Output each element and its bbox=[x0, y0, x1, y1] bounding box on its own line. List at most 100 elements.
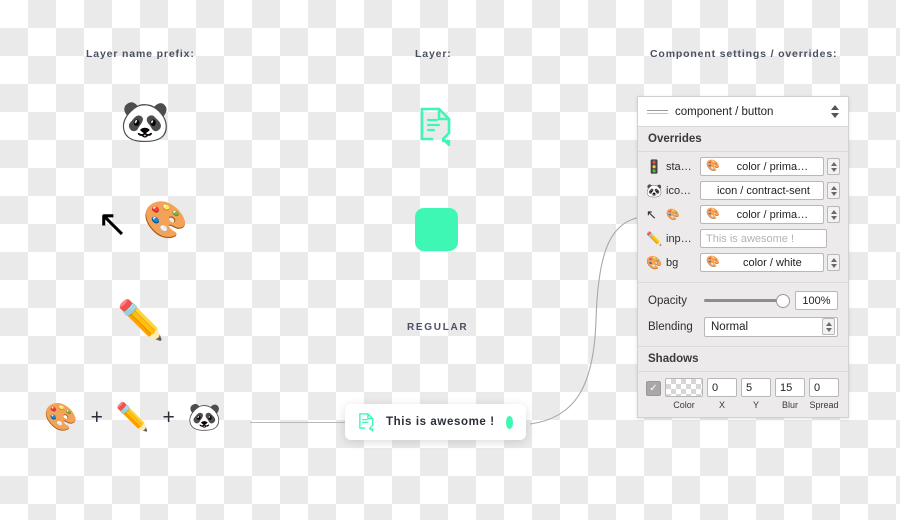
shadow-blur-input[interactable]: 15 bbox=[775, 378, 805, 397]
check-icon: ✓ bbox=[649, 382, 658, 394]
shadow-spread-cell: 0 Spread bbox=[809, 378, 839, 410]
blending-label: Blending bbox=[648, 320, 693, 333]
middle-column-header: Layer: bbox=[415, 48, 452, 60]
override-value-field[interactable]: 🎨 color / prima… bbox=[700, 157, 824, 176]
chevron-down-icon bbox=[830, 113, 839, 118]
status-dot bbox=[505, 415, 513, 429]
right-column-header: Component settings / overrides: bbox=[650, 48, 838, 60]
shadow-y-input[interactable]: 5 bbox=[741, 378, 771, 397]
override-value-field[interactable]: 🎨 color / prima… bbox=[700, 205, 824, 224]
override-value: icon / contract-sent bbox=[717, 184, 810, 197]
artist-palette-emoji: 🎨 bbox=[706, 256, 720, 268]
chevron-up-icon bbox=[830, 257, 837, 262]
chevron-up-icon bbox=[825, 321, 832, 326]
shadows-section: ✓ Color 0 X 5 Y 15 Blur 0 Spread bbox=[638, 372, 848, 417]
override-name: bg bbox=[666, 256, 679, 269]
shadow-y-label: Y bbox=[752, 400, 759, 410]
left-column-header: Layer name prefix: bbox=[86, 48, 195, 60]
shadow-y-cell: 5 Y bbox=[741, 378, 771, 410]
panda-face-emoji: 🐼 bbox=[646, 183, 663, 198]
blending-stepper[interactable] bbox=[822, 318, 835, 335]
override-row[interactable]: 🐼 ico… icon / contract-sent bbox=[646, 180, 840, 201]
button-label: This is awesome ! bbox=[386, 416, 495, 428]
opacity-value-input[interactable]: 100% bbox=[795, 291, 838, 310]
color-swatch-preview bbox=[415, 208, 458, 251]
text-lines-icon bbox=[647, 108, 668, 116]
component-button-preview[interactable]: This is awesome ! bbox=[345, 404, 526, 440]
font-weight-label: REGULAR bbox=[407, 322, 469, 333]
override-name: ico… bbox=[666, 184, 692, 197]
shadows-section-header: Shadows bbox=[638, 346, 848, 372]
override-name: 🎨 bbox=[666, 209, 680, 221]
override-stepper[interactable] bbox=[827, 254, 840, 271]
slider-track bbox=[704, 299, 787, 302]
component-name-label: component / button bbox=[675, 105, 774, 118]
component-selector-row[interactable]: component / button bbox=[638, 97, 848, 127]
override-placeholder: This is awesome ! bbox=[706, 232, 795, 245]
canvas-stage: Layer name prefix: Layer: Component sett… bbox=[0, 0, 900, 520]
override-value: color / prima… bbox=[736, 208, 809, 221]
chevron-down-icon bbox=[830, 167, 837, 172]
shadow-x-cell: 0 X bbox=[707, 378, 737, 410]
blending-select[interactable]: Normal bbox=[704, 316, 838, 337]
override-row[interactable]: 🎨 bg 🎨 color / white bbox=[646, 252, 840, 273]
override-value-field[interactable]: 🎨 color / white bbox=[700, 253, 824, 272]
overrides-list: 🚦 sta… 🎨 color / prima… 🐼 ico… icon / co… bbox=[638, 152, 848, 282]
override-name: inp… bbox=[666, 232, 692, 245]
slider-knob[interactable] bbox=[777, 294, 789, 307]
panda-face-emoji: 🐼 bbox=[187, 402, 222, 432]
plus-sign: + bbox=[90, 406, 103, 429]
shadow-spread-label: Spread bbox=[809, 400, 839, 410]
opacity-row: Opacity 100% bbox=[648, 290, 838, 311]
override-row[interactable]: ✏️ inp… This is awesome ! bbox=[646, 228, 840, 249]
upper-left-arrow-emoji: ↖ bbox=[646, 207, 657, 222]
upper-left-arrow-emoji: ↖ bbox=[97, 203, 129, 244]
document-with-arrow-icon bbox=[418, 106, 454, 151]
shadow-blur-cell: 15 Blur bbox=[775, 378, 805, 410]
pencil-emoji: ✏️ bbox=[117, 300, 165, 342]
traffic-light-emoji: 🚦 bbox=[646, 159, 663, 174]
pencil-emoji: ✏️ bbox=[115, 402, 150, 432]
shadow-color-label: Color bbox=[673, 400, 695, 410]
overrides-section-header: Overrides bbox=[638, 127, 848, 152]
artist-palette-emoji: 🎨 bbox=[44, 402, 78, 432]
override-stepper[interactable] bbox=[827, 182, 840, 199]
artist-palette-emoji: 🎨 bbox=[143, 199, 188, 240]
shadow-x-label: X bbox=[718, 400, 725, 410]
document-with-arrow-icon bbox=[358, 412, 375, 432]
shadow-enabled-checkbox[interactable]: ✓ bbox=[646, 381, 661, 396]
chevron-down-icon bbox=[825, 327, 832, 332]
shadow-x-input[interactable]: 0 bbox=[707, 378, 737, 397]
opacity-label: Opacity bbox=[648, 294, 687, 307]
chevron-up-icon bbox=[830, 209, 837, 214]
shadow-color-swatch[interactable] bbox=[665, 378, 703, 397]
override-row[interactable]: ↖ 🎨 🎨 color / prima… bbox=[646, 204, 840, 225]
override-stepper[interactable] bbox=[827, 206, 840, 223]
blending-row: Blending Normal bbox=[648, 316, 838, 337]
override-value: color / prima… bbox=[736, 160, 809, 173]
artist-palette-emoji: 🎨 bbox=[706, 160, 720, 172]
appearance-properties: Opacity 100% Blending Normal bbox=[638, 282, 848, 346]
plus-sign: + bbox=[162, 406, 175, 429]
override-row[interactable]: 🚦 sta… 🎨 color / prima… bbox=[646, 156, 840, 177]
chevron-up-icon bbox=[830, 105, 839, 110]
override-value: color / white bbox=[743, 256, 802, 269]
chevron-down-icon bbox=[830, 191, 837, 196]
chevron-down-icon bbox=[830, 215, 837, 220]
shadow-spread-input[interactable]: 0 bbox=[809, 378, 839, 397]
override-name: sta… bbox=[666, 160, 692, 173]
component-stepper[interactable] bbox=[828, 102, 841, 121]
override-input-field[interactable]: This is awesome ! bbox=[700, 229, 827, 248]
component-settings-panel: component / button Overrides 🚦 sta… 🎨 co… bbox=[637, 96, 849, 418]
layer-name-prefix-formula: 🎨 + ✏️ + 🐼 bbox=[44, 404, 221, 431]
opacity-slider[interactable] bbox=[704, 294, 789, 308]
override-stepper[interactable] bbox=[827, 158, 840, 175]
shadow-blur-label: Blur bbox=[781, 400, 798, 410]
chevron-up-icon bbox=[830, 161, 837, 166]
override-value-field[interactable]: icon / contract-sent bbox=[700, 181, 824, 200]
artist-palette-emoji: 🎨 bbox=[706, 208, 720, 220]
shadow-color-cell: Color bbox=[665, 378, 703, 410]
shadow-row: ✓ Color 0 X 5 Y 15 Blur 0 Spread bbox=[646, 378, 840, 410]
panda-face-emoji: 🐼 bbox=[120, 100, 170, 144]
pencil-emoji: ✏️ bbox=[646, 231, 663, 246]
